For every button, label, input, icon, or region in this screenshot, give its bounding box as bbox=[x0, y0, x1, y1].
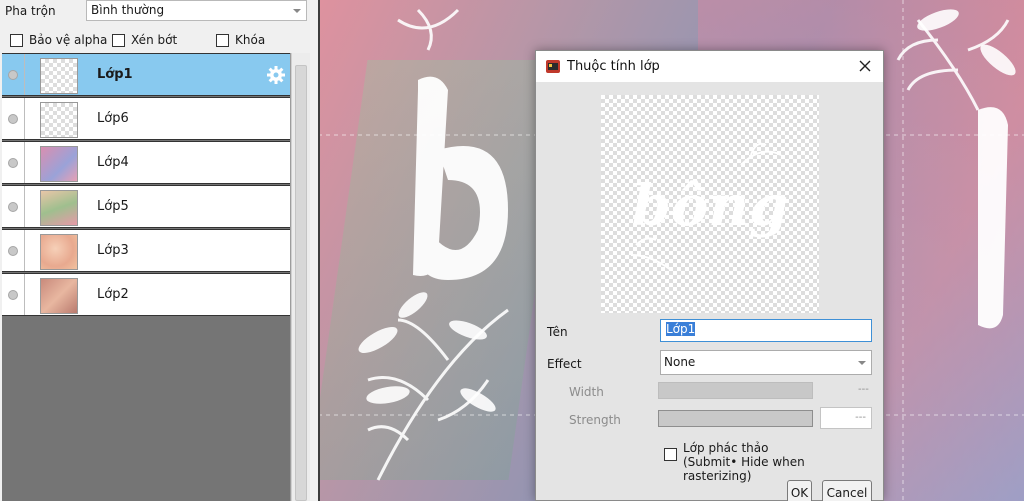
sketch-layer-text: Lớp phác thảo (Submit• Hide when rasteri… bbox=[683, 441, 874, 483]
checkbox-box[interactable] bbox=[112, 33, 125, 47]
sketch-layer-hint: (Submit• Hide when rasterizing) bbox=[683, 455, 805, 483]
protect-alpha-label: Bảo vệ alpha bbox=[29, 33, 108, 47]
effect-select[interactable]: None bbox=[660, 350, 872, 375]
ok-button[interactable]: OK bbox=[787, 480, 812, 501]
visibility-icon[interactable] bbox=[8, 246, 18, 256]
layer-name: Lớp4 bbox=[97, 155, 129, 170]
chevron-down-icon bbox=[858, 361, 866, 365]
layer-name: Lớp2 bbox=[97, 287, 129, 302]
layer-thumbnail bbox=[40, 58, 78, 94]
layer-row-lop2[interactable]: Lớp2 bbox=[2, 273, 290, 316]
name-label: Tên bbox=[547, 325, 568, 339]
gear-icon[interactable] bbox=[266, 65, 286, 85]
visibility-toggle[interactable] bbox=[2, 54, 25, 95]
protect-alpha-checkbox[interactable]: Bảo vệ alpha bbox=[10, 33, 107, 47]
visibility-toggle[interactable] bbox=[2, 230, 25, 271]
strength-input[interactable]: --- bbox=[820, 407, 872, 429]
close-icon[interactable] bbox=[855, 56, 875, 76]
layer-thumbnail bbox=[40, 190, 78, 226]
visibility-toggle[interactable] bbox=[2, 98, 25, 139]
scrollbar-thumb[interactable] bbox=[295, 65, 307, 501]
visibility-toggle[interactable] bbox=[2, 274, 25, 315]
layer-name: Lớp3 bbox=[97, 243, 129, 258]
checkbox-box[interactable] bbox=[216, 33, 229, 47]
visibility-icon[interactable] bbox=[8, 290, 18, 300]
lock-label: Khóa bbox=[235, 33, 266, 47]
width-slider[interactable] bbox=[658, 382, 813, 399]
clipping-label: Xén bớt bbox=[131, 33, 178, 47]
blend-mode-value: Bình thường bbox=[91, 3, 165, 17]
strength-value: --- bbox=[855, 412, 866, 423]
width-value: --- bbox=[858, 384, 869, 395]
layer-thumbnail bbox=[40, 146, 78, 182]
app-icon bbox=[546, 60, 560, 73]
layer-panel: Pha trộn Bình thường Bảo vệ alpha Xén bớ… bbox=[0, 0, 318, 501]
width-label: Width bbox=[569, 385, 604, 399]
layer-options-row: Bảo vệ alpha Xén bớt Khóa bbox=[0, 29, 318, 51]
visibility-icon[interactable] bbox=[8, 70, 18, 80]
layer-thumbnail bbox=[40, 102, 78, 138]
effect-label: Effect bbox=[547, 357, 582, 371]
layer-row-lop4[interactable]: Lớp4 bbox=[2, 141, 290, 184]
blend-mode-row: Pha trộn Bình thường bbox=[0, 0, 318, 26]
strength-slider[interactable] bbox=[658, 410, 813, 427]
layer-preview: bông bbox=[601, 95, 819, 313]
preview-lettering: bông bbox=[632, 173, 788, 239]
chevron-down-icon bbox=[293, 9, 301, 13]
preview-artwork: bông bbox=[630, 142, 788, 271]
layer-name-value: Lớp1 bbox=[666, 322, 696, 336]
layer-thumbnail bbox=[40, 278, 78, 314]
cancel-button[interactable]: Cancel bbox=[822, 480, 872, 501]
sketch-layer-checkbox[interactable] bbox=[664, 448, 677, 461]
layer-row-lop3[interactable]: Lớp3 bbox=[2, 229, 290, 272]
visibility-icon[interactable] bbox=[8, 202, 18, 212]
clipping-checkbox[interactable]: Xén bớt bbox=[112, 33, 177, 47]
layer-row-lop6[interactable]: Lớp6 bbox=[2, 97, 290, 140]
blend-mode-select[interactable]: Bình thường bbox=[86, 0, 307, 21]
canvas-edge bbox=[318, 0, 320, 501]
layer-row-lop1[interactable]: Lớp1 bbox=[2, 53, 290, 96]
layer-name-input[interactable]: Lớp1 bbox=[660, 319, 872, 342]
layer-name: Lớp6 bbox=[97, 111, 129, 126]
visibility-toggle[interactable] bbox=[2, 186, 25, 227]
layer-name: Lớp5 bbox=[97, 199, 129, 214]
dialog-title: Thuộc tính lớp bbox=[567, 59, 660, 74]
layer-list: Lớp1 Lớp6 Lớp4 Lớp5 Lớp3 Lớp2 bbox=[2, 53, 291, 501]
layer-row-lop5[interactable]: Lớp5 bbox=[2, 185, 290, 228]
layer-list-scrollbar[interactable] bbox=[291, 53, 310, 501]
visibility-icon[interactable] bbox=[8, 158, 18, 168]
dialog-titlebar[interactable]: Thuộc tính lớp bbox=[536, 51, 883, 82]
effect-value: None bbox=[664, 355, 696, 369]
visibility-toggle[interactable] bbox=[2, 142, 25, 183]
layer-properties-dialog: Thuộc tính lớp bông Tên Lớp1 Effect None… bbox=[535, 50, 884, 501]
layer-name: Lớp1 bbox=[97, 67, 133, 82]
visibility-icon[interactable] bbox=[8, 114, 18, 124]
lock-checkbox[interactable]: Khóa bbox=[216, 33, 265, 47]
strength-label: Strength bbox=[569, 413, 621, 427]
sketch-layer-option[interactable]: Lớp phác thảo (Submit• Hide when rasteri… bbox=[664, 441, 874, 483]
blend-mode-label: Pha trộn bbox=[5, 4, 56, 18]
sketch-layer-label: Lớp phác thảo bbox=[683, 441, 769, 455]
checkbox-box[interactable] bbox=[10, 33, 23, 47]
layer-thumbnail bbox=[40, 234, 78, 270]
